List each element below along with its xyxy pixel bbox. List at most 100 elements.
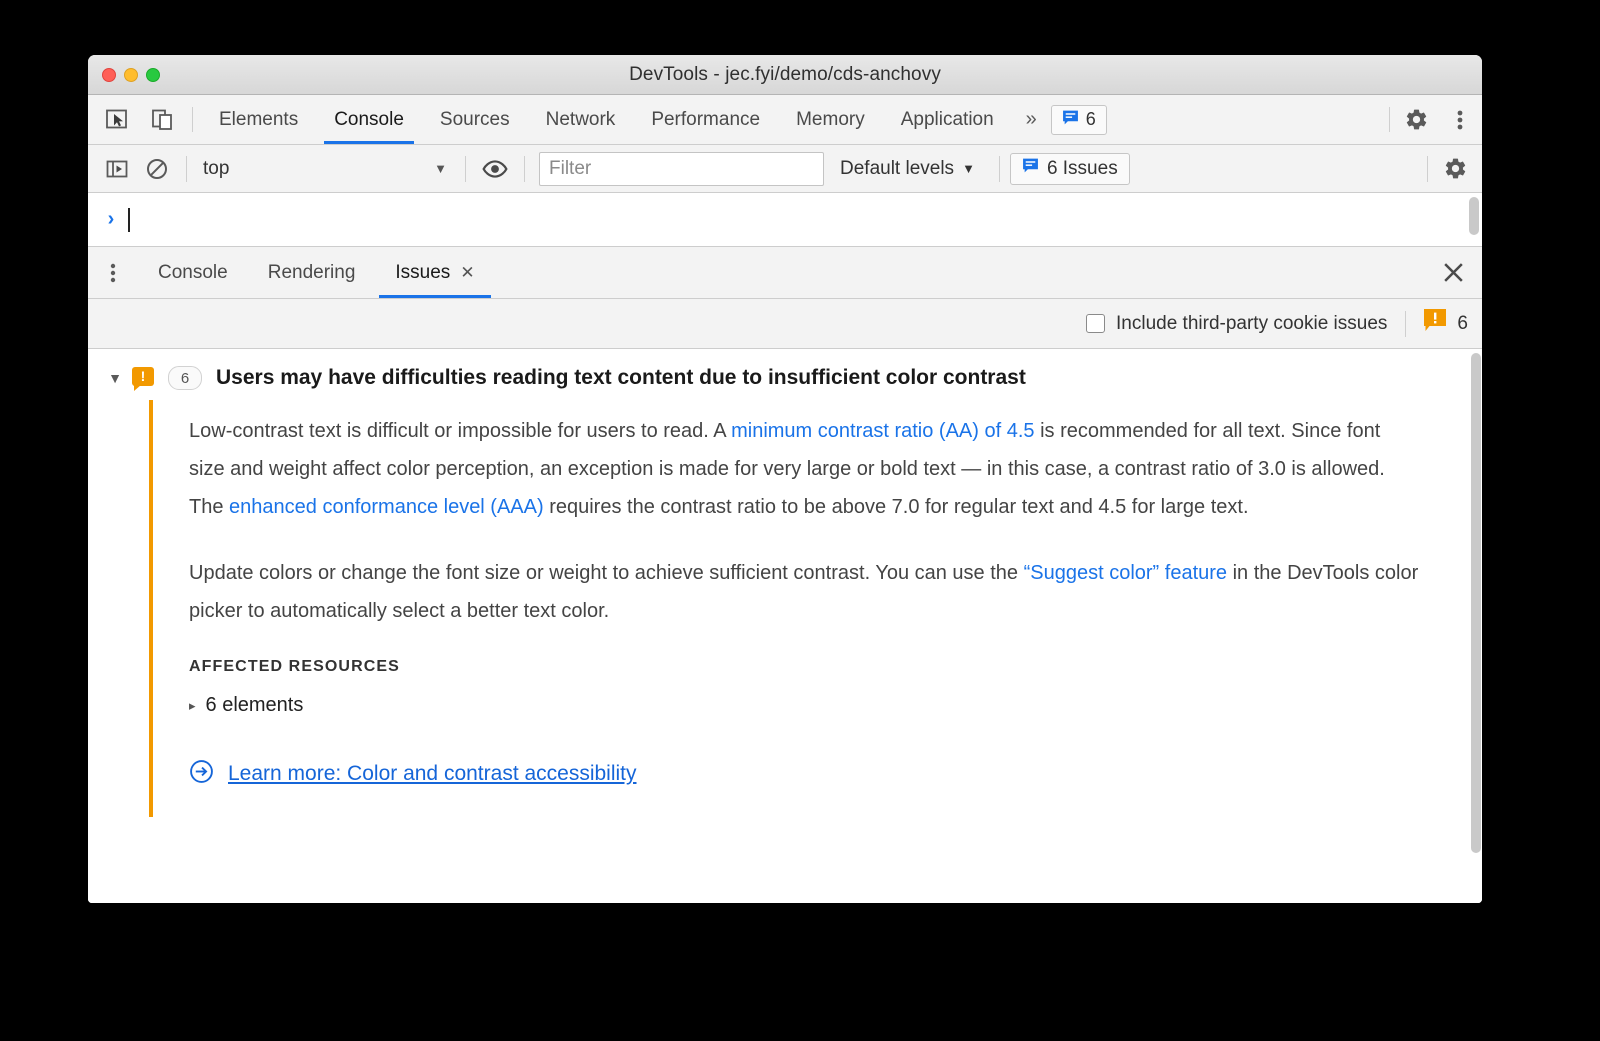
- include-third-party-cookie-issues-checkbox[interactable]: Include third-party cookie issues: [1086, 313, 1387, 335]
- tab-label: Network: [545, 108, 616, 130]
- tabbar-divider-right: [1389, 107, 1390, 132]
- live-expression-icon[interactable]: [476, 150, 514, 188]
- devtools-window: DevTools - jec.fyi/demo/cds-anchovy Elem…: [88, 55, 1482, 903]
- tab-sources[interactable]: Sources: [422, 95, 528, 144]
- tabbar-right-actions: [1385, 95, 1482, 144]
- tab-network[interactable]: Network: [528, 95, 634, 144]
- issue-title: Users may have difficulties reading text…: [216, 366, 1026, 389]
- more-tabs-icon[interactable]: »: [1012, 95, 1051, 144]
- toolbar-divider: [186, 155, 187, 182]
- collapse-issue-icon[interactable]: ▼: [102, 370, 128, 386]
- issues-scrollbar[interactable]: [1468, 349, 1482, 903]
- issue-header-row[interactable]: ▼ ! 6 Users may have difficulties readin…: [88, 349, 1468, 400]
- expand-affected-resources-icon[interactable]: ▸: [189, 698, 196, 714]
- issue-warning-icon: [1424, 308, 1447, 339]
- drawer-tab-console[interactable]: Console: [138, 247, 248, 298]
- issues-button-label: 6 Issues: [1046, 157, 1118, 179]
- close-tab-icon[interactable]: ✕: [460, 263, 474, 283]
- more-options-icon[interactable]: [1438, 95, 1482, 144]
- open-issues-button[interactable]: 6 Issues: [1009, 152, 1130, 185]
- device-toolbar-icon[interactable]: [140, 95, 186, 144]
- affected-resources-label: AFFECTED RESOURCES: [189, 658, 400, 675]
- filter-input[interactable]: Filter: [539, 151, 824, 186]
- issue-message-icon: [1022, 157, 1039, 180]
- tab-label: Elements: [219, 108, 299, 130]
- issues-count-badge[interactable]: 6: [1050, 104, 1107, 135]
- drawer-tab-issues[interactable]: Issues ✕: [375, 247, 494, 298]
- tab-performance[interactable]: Performance: [633, 95, 778, 144]
- issue-message-icon: [1062, 109, 1079, 131]
- issue-warning-icon: !: [132, 367, 154, 391]
- gear-icon[interactable]: [1394, 95, 1438, 144]
- console-message-area[interactable]: ›: [88, 193, 1482, 247]
- tab-memory[interactable]: Memory: [778, 95, 883, 144]
- issues-toolbar-divider: [1405, 310, 1407, 337]
- filter-placeholder: Filter: [549, 157, 592, 179]
- checkbox-label: Include third-party cookie issues: [1116, 312, 1388, 334]
- console-sidebar-icon[interactable]: [98, 150, 136, 188]
- console-prompt-chevron-icon: ›: [107, 208, 115, 230]
- window-title: DevTools - jec.fyi/demo/cds-anchovy: [629, 63, 941, 85]
- devtools-drawer: Console Rendering Issues ✕ Include third…: [88, 247, 1482, 903]
- tab-label: Application: [900, 108, 994, 130]
- console-scrollbar-thumb[interactable]: [1469, 197, 1479, 235]
- tab-application[interactable]: Application: [883, 95, 1012, 144]
- chevron-down-icon: ▼: [434, 161, 447, 176]
- execution-context-selector[interactable]: top ▼: [197, 158, 455, 180]
- suggest-color-feature-link[interactable]: “Suggest color” feature: [1024, 562, 1227, 584]
- console-toolbar-right: [1419, 150, 1474, 188]
- issues-list: ▼ ! 6 Users may have difficulties readin…: [88, 349, 1482, 903]
- tab-label: Console: [334, 108, 404, 130]
- console-toolbar: top ▼ Filter Default levels ▼ 6 Issues: [88, 145, 1482, 193]
- devtools-main-tabbar: Elements Console Sources Network Perform…: [88, 95, 1482, 145]
- drawer-tab-label: Rendering: [267, 261, 356, 283]
- toolbar-divider-2: [465, 155, 466, 182]
- log-levels-label: Default levels: [840, 157, 955, 179]
- issues-warning-count-value: 6: [1457, 312, 1468, 334]
- close-drawer-icon[interactable]: [1424, 247, 1482, 298]
- enhanced-conformance-link[interactable]: enhanced conformance level (AAA): [229, 496, 544, 518]
- toolbar-divider-4: [998, 155, 1000, 182]
- drawer-tab-rendering[interactable]: Rendering: [248, 247, 376, 298]
- tab-label: Memory: [796, 108, 865, 130]
- log-levels-selector[interactable]: Default levels ▼: [826, 158, 989, 180]
- inspect-element-icon[interactable]: [94, 95, 140, 144]
- issues-warning-count: 6: [1424, 308, 1468, 339]
- paragraph1-part3: requires the contrast ratio to be above …: [543, 496, 1249, 518]
- tabbar-divider: [192, 107, 193, 132]
- issues-count-value: 6: [1085, 109, 1096, 129]
- issue-description-paragraph-2: Update colors or change the font size or…: [189, 554, 1419, 630]
- issue-occurrence-count: 6: [168, 366, 202, 390]
- tab-label: Performance: [651, 108, 761, 130]
- issue-description-paragraph-1: Low-contrast text is difficult or imposs…: [189, 412, 1419, 526]
- issues-scrollbar-thumb[interactable]: [1471, 353, 1481, 853]
- paragraph1-part1: Low-contrast text is difficult or imposs…: [189, 420, 732, 442]
- tab-console[interactable]: Console: [316, 95, 422, 144]
- console-scrollbar[interactable]: [1468, 197, 1480, 242]
- issue-warning-bang: !: [140, 368, 146, 384]
- toolbar-divider-5: [1427, 155, 1428, 182]
- affected-resources-item-label: 6 elements: [205, 694, 304, 716]
- gear-icon[interactable]: [1436, 150, 1474, 188]
- tab-elements[interactable]: Elements: [201, 95, 316, 144]
- checkbox-box[interactable]: [1086, 314, 1105, 333]
- learn-more-link[interactable]: Learn more: Color and contrast accessibi…: [189, 759, 1419, 789]
- panel-tabs: Elements Console Sources Network Perform…: [201, 95, 1385, 144]
- tab-label: Sources: [439, 108, 510, 130]
- console-text-caret[interactable]: [128, 207, 130, 232]
- execution-context-value: top: [203, 157, 230, 179]
- affected-resources-item[interactable]: ▸ 6 elements: [189, 694, 1419, 717]
- issue-detail-body: Low-contrast text is difficult or imposs…: [149, 400, 1419, 817]
- toolbar-divider-3: [524, 155, 525, 182]
- arrow-circle-right-icon: [189, 759, 214, 789]
- drawer-more-options-icon[interactable]: [88, 247, 138, 298]
- chevron-down-icon: ▼: [962, 161, 975, 176]
- minimum-contrast-ratio-link[interactable]: minimum contrast ratio (AA) of 4.5: [731, 420, 1034, 442]
- issues-toolbar: Include third-party cookie issues 6: [88, 299, 1482, 349]
- drawer-tabbar: Console Rendering Issues ✕: [88, 247, 1482, 299]
- clear-console-icon[interactable]: [138, 150, 176, 188]
- drawer-tab-label: Console: [158, 261, 228, 283]
- window-titlebar: DevTools - jec.fyi/demo/cds-anchovy: [88, 55, 1482, 95]
- paragraph2-part1: Update colors or change the font size or…: [189, 562, 1024, 584]
- drawer-tab-label: Issues: [395, 261, 451, 283]
